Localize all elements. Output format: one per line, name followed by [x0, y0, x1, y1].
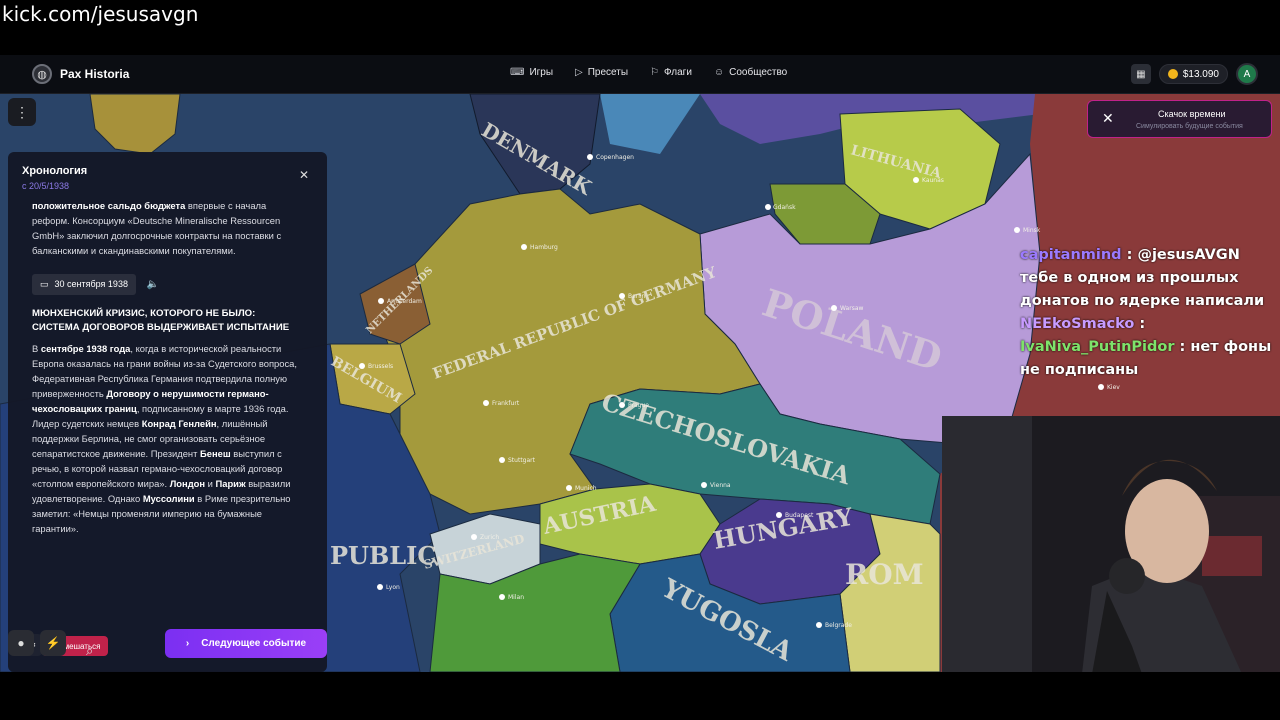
nav-community-label: Сообщество [729, 67, 788, 78]
balance-pill[interactable]: $13.090 [1158, 64, 1228, 84]
city-budapest: Budapest [785, 512, 814, 519]
nav-flags-label: Флаги [664, 67, 692, 78]
streamer-video [942, 416, 1280, 674]
play-icon: ▷ [575, 67, 583, 78]
webcam-overlay [942, 416, 1280, 674]
city-brussels: Brussels [368, 363, 393, 370]
city-hamburg: Hamburg [530, 244, 558, 251]
chat-message: capitanmind : @jesusAVGN тебе в одном из… [1020, 244, 1275, 313]
timeline-content[interactable]: положительное сальдо бюджета впервые с н… [32, 198, 302, 536]
next-event-label: Следующее событие [201, 638, 307, 649]
city-warsaw: Warsaw [840, 305, 863, 312]
event-text-bold: Париж [215, 478, 246, 489]
event-date-chip: ▭ 30 сентября 1938 [32, 274, 136, 295]
gamepad-icon: ⌨ [510, 67, 525, 78]
label-republic: PUBLIC [330, 541, 436, 570]
chevron-right-icon: › [185, 638, 190, 649]
city-kiev: Kiev [1107, 384, 1120, 391]
chat-username: capitanmind [1020, 247, 1122, 263]
app-name: Pax Historia [60, 67, 130, 81]
stream-chat: capitanmind : @jesusAVGN тебе в одном из… [1020, 244, 1275, 382]
city-vienna: Vienna [710, 482, 731, 489]
time-skip-title: Скачок времени [1158, 109, 1226, 119]
city-prague: Prague [628, 402, 649, 409]
stream-frame: { "stream": { "url": "kick.com/jesusavgn… [0, 0, 1280, 720]
gift-icon[interactable]: ▦ [1130, 64, 1151, 84]
next-event-button[interactable]: › Следующее событие [165, 629, 327, 658]
chat-message: NEEkoSmacko : [1020, 313, 1275, 336]
city-stuttgart: Stuttgart [508, 457, 536, 464]
flag-icon: ⚐ [650, 67, 660, 78]
account-tools: ▦ $13.090 A [1130, 63, 1258, 85]
main-nav: ⌨ Игры ▷ Пресеты ⚐ Флаги ☺ Сообщество [510, 67, 787, 78]
city-zurich: Zurich [480, 534, 499, 541]
previous-event-text: положительное сальдо бюджета впервые с н… [32, 198, 302, 258]
city-gdansk: Gdańsk [773, 204, 796, 211]
users-icon: ☺ [713, 67, 725, 78]
close-icon[interactable]: ✕ [299, 168, 309, 182]
event-text-bold: Конрад Генлейн [141, 418, 217, 429]
nav-flags[interactable]: ⚐ Флаги [650, 67, 692, 78]
calendar-icon: ▭ [40, 279, 49, 289]
nav-games-label: Игры [529, 67, 554, 78]
city-belgrade: Belgrade [825, 622, 852, 629]
event-title: МЮНХЕНСКИЙ КРИЗИС, КОТОРОГО НЕ БЫЛО: СИС… [32, 308, 290, 333]
app-logo[interactable]: ◍ Pax Historia [32, 64, 129, 84]
event-text-bold: Муссолини [142, 493, 195, 504]
coin-icon [1167, 69, 1178, 79]
time-skip-panel[interactable]: ✕ Скачок времени Симулировать будущие со… [1087, 100, 1272, 138]
event-text: В сентябре 1938 года, когда в историческ… [32, 341, 302, 536]
prev-text-bold: положительное сальдо бюджета [32, 200, 186, 211]
event-text-bold: сентябре 1938 года [40, 343, 131, 354]
stream-url: kick.com/jesusavgn [2, 2, 199, 26]
event-text-part: В [32, 343, 41, 354]
globe-icon: ◍ [32, 64, 52, 84]
city-lyon: Lyon [386, 584, 400, 591]
city-amsterdam: Amsterdam [387, 298, 422, 305]
event-text-part: и [205, 478, 216, 489]
nav-community[interactable]: ☺ Сообщество [714, 67, 787, 78]
city-berlin: Berlin [628, 293, 646, 300]
speaker-icon[interactable]: 🔈 [147, 277, 159, 292]
balance-value: $13.090 [1182, 68, 1219, 80]
chat-message: IvaNiva_PutinPidor : нет фоны не подписа… [1020, 336, 1275, 382]
nav-games[interactable]: ⌨ Игры [510, 67, 553, 78]
search-icon[interactable]: ⌕ [86, 643, 93, 659]
event-date: 30 сентября 1938 [54, 279, 128, 289]
lightning-icon[interactable]: ⚡ [40, 630, 66, 656]
city-copenhagen: Copenhagen [596, 154, 634, 161]
avatar[interactable]: A [1236, 63, 1258, 85]
bottom-toolbar: ● ⚡ [8, 630, 66, 656]
event-text-bold: Лондон [169, 478, 206, 489]
city-minsk: Minsk [1023, 227, 1041, 234]
chat-icon[interactable]: ● [8, 630, 34, 656]
timeline-panel: Хронология с 20/5/1938 ✕ положительное с… [8, 152, 327, 672]
city-frankfurt: Frankfurt [492, 400, 520, 407]
letterbox-bottom [0, 672, 1280, 720]
panel-title: Хронология [22, 165, 88, 177]
chat-username: IvaNiva_PutinPidor [1020, 339, 1175, 355]
panel-date: с 20/5/1938 [22, 181, 70, 191]
nav-presets-label: Пресеты [587, 67, 629, 78]
menu-dots-icon[interactable]: ⋮ [8, 98, 36, 126]
close-icon[interactable]: ✕ [1102, 110, 1114, 127]
event-text-bold: Бенеш [200, 448, 231, 459]
city-kaunas: Kaunas [922, 177, 944, 184]
label-romania: ROM [845, 558, 924, 591]
city-milan: Milan [508, 594, 524, 601]
top-navbar: ◍ Pax Historia ⌨ Игры ▷ Пресеты ⚐ Флаги ☺ Со… [0, 55, 1280, 94]
time-skip-subtitle: Симулировать будущие события [1136, 123, 1243, 130]
city-munich: Munich [575, 485, 597, 492]
chat-text: : [1134, 316, 1146, 332]
chat-username: NEEkoSmacko [1020, 316, 1135, 332]
nav-presets[interactable]: ▷ Пресеты [575, 67, 628, 78]
